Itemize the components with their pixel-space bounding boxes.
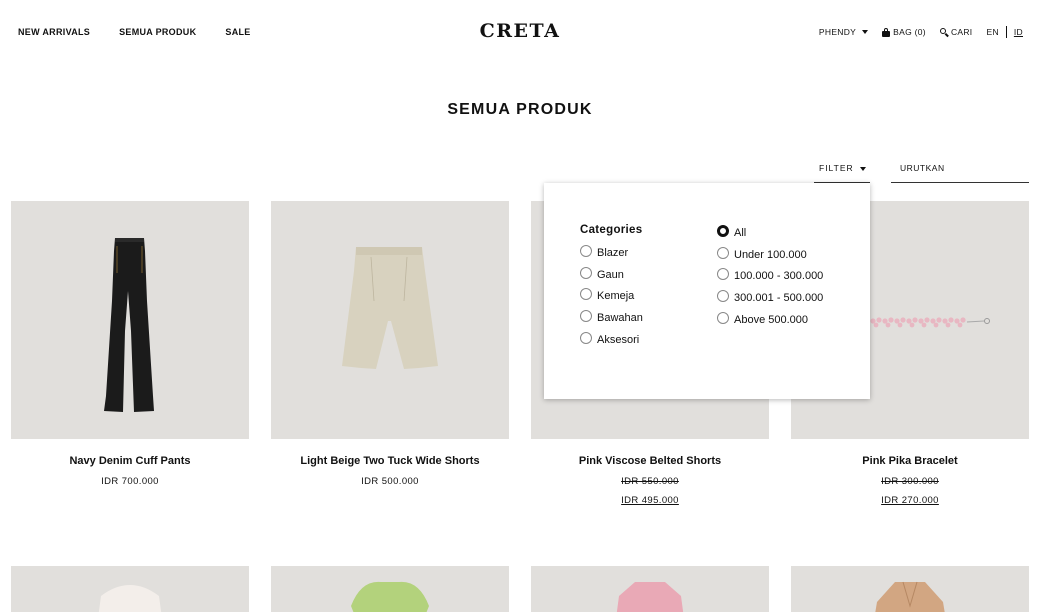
bag-icon	[882, 27, 891, 37]
sort-label: URUTKAN	[900, 163, 945, 173]
product-name[interactable]: Pink Pika Bracelet	[791, 455, 1029, 467]
product-name[interactable]: Navy Denim Cuff Pants	[11, 455, 249, 467]
price-label: 100.000 - 300.000	[734, 270, 824, 283]
price-option-under-100000[interactable]: Under 100.000	[717, 244, 823, 266]
product-card[interactable]: Light Beige Two Tuck Wide Shorts IDR 500…	[271, 201, 509, 487]
lang-en[interactable]: EN	[986, 27, 998, 37]
radio-icon[interactable]	[717, 289, 729, 302]
camel-jacket-image	[875, 581, 945, 612]
product-image[interactable]	[271, 566, 509, 612]
category-label: Bawahan	[597, 311, 643, 324]
white-top-image	[98, 585, 162, 612]
product-card[interactable]	[271, 566, 509, 612]
page-title: SEMUA PRODUK	[447, 101, 593, 118]
lang-id[interactable]: ID	[1014, 27, 1023, 37]
chevron-down-icon	[860, 167, 867, 171]
radio-icon[interactable]	[580, 309, 592, 322]
category-option-kemeja[interactable]: Kemeja	[580, 285, 643, 307]
category-label: Blazer	[597, 246, 629, 259]
product-image[interactable]	[531, 566, 769, 612]
radio-icon[interactable]	[717, 246, 729, 259]
price-label: 300.001 - 500.000	[734, 291, 824, 304]
site-header: NEW ARRIVALS SEMUA PRODUK SALE CRETA PHE…	[0, 0, 1040, 64]
radio-icon[interactable]	[580, 288, 592, 301]
product-price: IDR 700.000	[101, 476, 159, 487]
product-image[interactable]	[11, 566, 249, 612]
search-icon	[939, 28, 949, 37]
category-filter: Categories Blazer Gaun Kemeja Bawahan Ak…	[580, 224, 643, 350]
account-menu[interactable]: PHENDY	[818, 27, 869, 37]
bag-label: BAG (0)	[893, 27, 926, 37]
product-old-price: IDR 550.000	[621, 476, 679, 487]
radio-checked-icon[interactable]	[717, 224, 729, 237]
category-label: Kemeja	[597, 290, 635, 303]
category-label: Aksesori	[597, 333, 640, 346]
product-image[interactable]	[271, 201, 509, 439]
green-top-image	[351, 581, 429, 612]
price-option-300001-500000[interactable]: 300.001 - 500.000	[717, 287, 823, 309]
product-card[interactable]: Navy Denim Cuff Pants IDR 700.000	[11, 201, 249, 487]
product-sale-price: IDR 495.000	[621, 495, 679, 506]
product-sale-price: IDR 270.000	[881, 495, 939, 506]
navy-denim-pants-image	[104, 238, 154, 412]
categories-title: Categories	[580, 224, 643, 236]
filter-dropdown: Categories Blazer Gaun Kemeja Bawahan Ak…	[544, 183, 870, 399]
category-option-blazer[interactable]: Blazer	[580, 242, 643, 264]
price-option-all[interactable]: All	[717, 222, 823, 244]
filter-label: FILTER	[819, 163, 854, 173]
price-option-above-500000[interactable]: Above 500.000	[717, 309, 823, 331]
category-label: Gaun	[597, 268, 624, 281]
radio-icon[interactable]	[717, 268, 729, 281]
price-option-100000-300000[interactable]: 100.000 - 300.000	[717, 265, 823, 287]
category-option-bawahan[interactable]: Bawahan	[580, 307, 643, 329]
chevron-down-icon	[862, 30, 869, 34]
search-label: CARI	[950, 27, 973, 37]
product-old-price: IDR 300.000	[881, 476, 939, 487]
radio-icon[interactable]	[580, 266, 592, 279]
product-name[interactable]: Light Beige Two Tuck Wide Shorts	[271, 455, 509, 467]
product-image[interactable]	[11, 201, 249, 439]
beige-shorts-image	[342, 247, 438, 369]
product-card[interactable]	[531, 566, 769, 612]
utility-nav: PHENDY BAG (0) CARI EN ID	[819, 26, 1023, 38]
pink-shirt-image	[616, 582, 684, 612]
account-name: PHENDY	[818, 27, 857, 37]
language-switcher: EN ID	[986, 26, 1023, 38]
product-card[interactable]	[791, 566, 1029, 612]
product-card[interactable]	[11, 566, 249, 612]
sort-button[interactable]: URUTKAN	[891, 158, 1029, 183]
bag-button[interactable]: BAG (0)	[882, 27, 926, 37]
lang-divider	[1005, 26, 1007, 38]
product-price: IDR 500.000	[361, 476, 419, 487]
logo-text[interactable]: CRETA	[480, 20, 561, 42]
filter-button[interactable]: FILTER	[814, 158, 870, 183]
category-option-aksesori[interactable]: Aksesori	[580, 329, 643, 351]
radio-icon[interactable]	[717, 311, 729, 324]
product-name[interactable]: Pink Viscose Belted Shorts	[531, 455, 769, 467]
radio-icon[interactable]	[580, 244, 592, 257]
product-image[interactable]	[791, 566, 1029, 612]
search-button[interactable]: CARI	[939, 27, 973, 37]
price-filter: All Under 100.000 100.000 - 300.000 300.…	[717, 222, 823, 330]
price-label: Under 100.000	[734, 248, 807, 261]
price-label: Above 500.000	[734, 313, 809, 326]
category-option-gaun[interactable]: Gaun	[580, 264, 643, 286]
price-label: All	[734, 226, 747, 239]
radio-icon[interactable]	[580, 331, 592, 344]
